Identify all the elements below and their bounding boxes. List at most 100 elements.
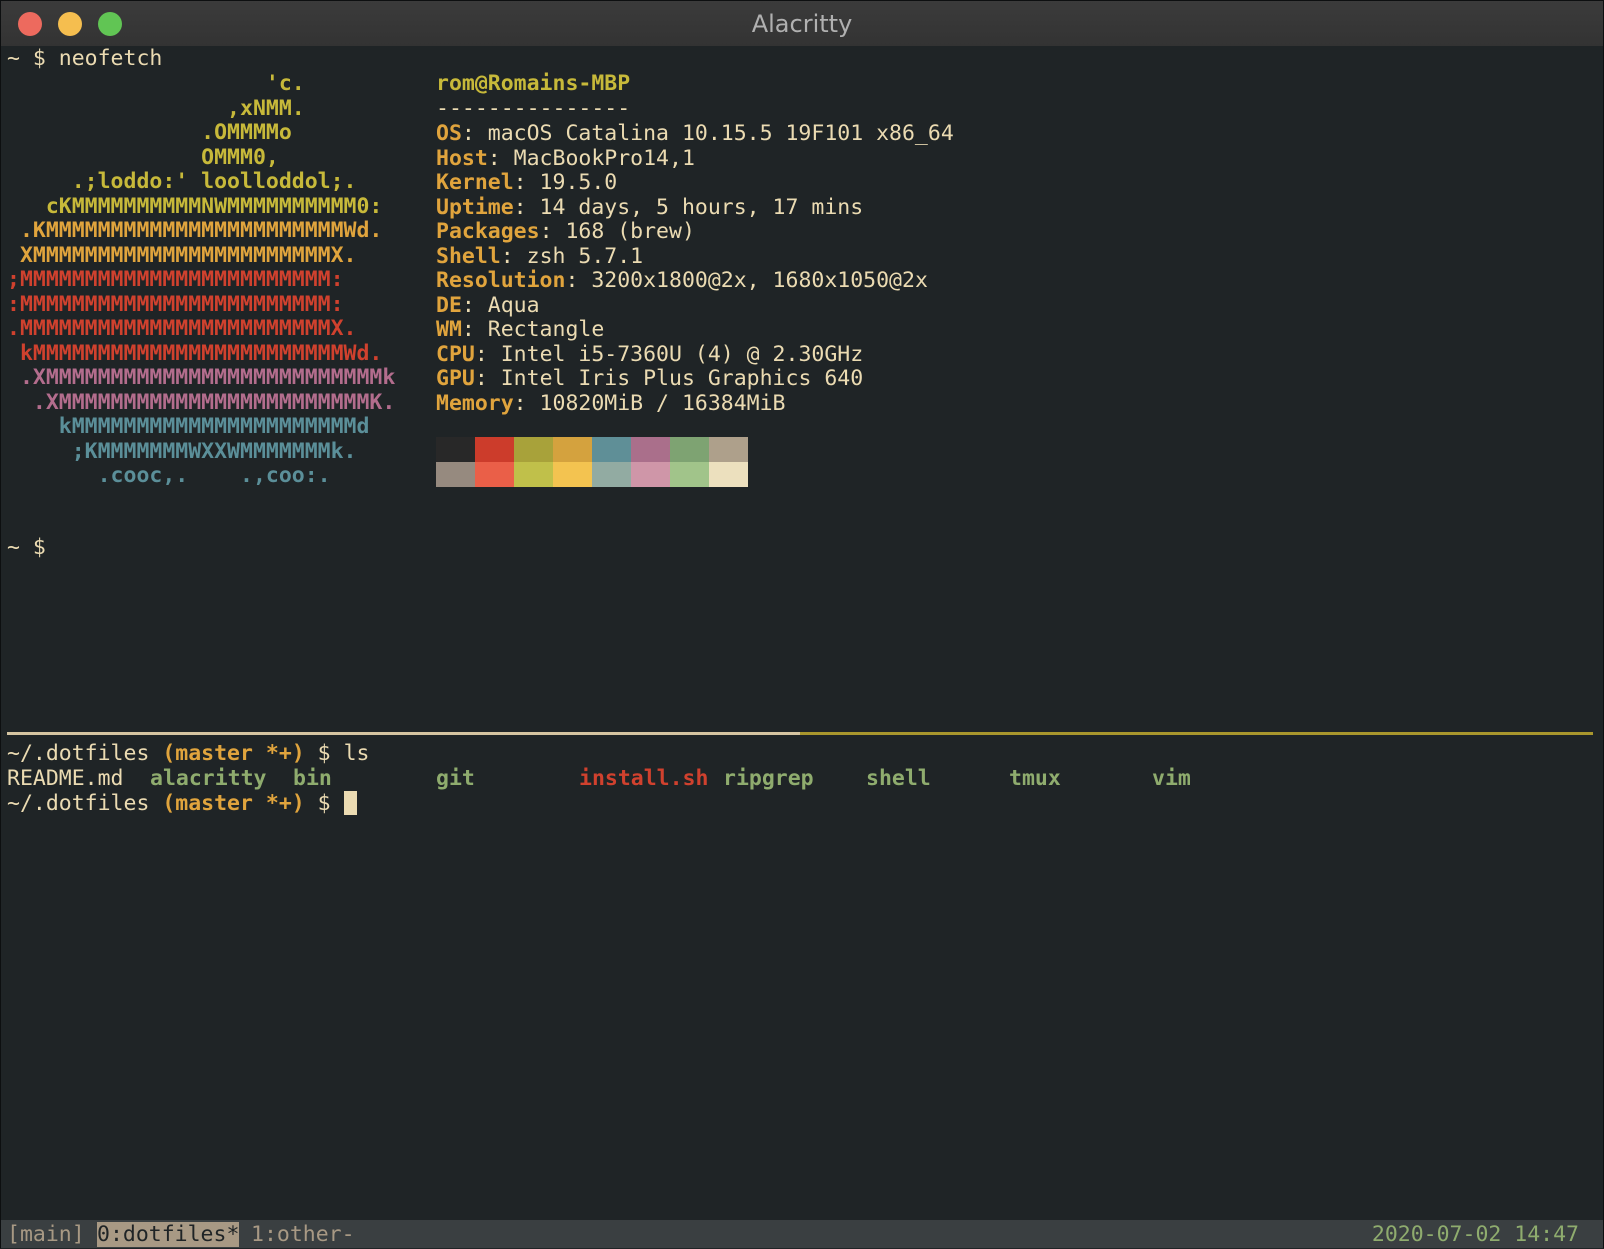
logo-line: ;MMMMMMMMMMMMMMMMMMMMMMMM: (7, 267, 344, 292)
window-title: Alacritty (751, 10, 853, 38)
info-key: Packages (436, 219, 540, 244)
info-key: Resolution (436, 268, 566, 293)
info-field: CPU: Intel i5-7360U (4) @ 2.30GHz (436, 342, 863, 367)
prompt-symbol: $ (304, 741, 344, 766)
prompt-dir: ~/.dotfiles (7, 741, 150, 766)
info-key: CPU (436, 341, 475, 367)
tmux-status-bar: [main] 0:dotfiles* 1:other- 2020-07-02 1… (1, 1220, 1603, 1248)
prompt-dir: ~/.dotfiles (7, 791, 150, 816)
info-field: GPU: Intel Iris Plus Graphics 640 (436, 366, 863, 391)
ls-entry: install.sh (579, 766, 709, 791)
color-swatch (475, 462, 514, 487)
terminal-area[interactable]: ~ $ neofetch 'c. ,xNMM. .OMMMMo OMMM0, .… (1, 46, 1603, 1249)
prompt-symbol: $ (304, 791, 344, 816)
info-value: : Rectangle (461, 317, 605, 342)
command-text: ls (343, 741, 370, 766)
info-value: : 14 days, 5 hours, 17 mins (513, 194, 864, 220)
logo-line: .XMMMMMMMMMMMMMMMMMMMMMMMMK. (7, 389, 396, 415)
prompt-line-empty: ~ $ (7, 535, 46, 560)
tmux-window-other[interactable]: 1:other- (251, 1222, 355, 1247)
color-swatch (670, 462, 709, 487)
info-key: GPU (436, 366, 475, 391)
ls-entry: tmux (1009, 766, 1061, 791)
info-key: WM (436, 317, 462, 342)
info-field: Uptime: 14 days, 5 hours, 17 mins (436, 195, 863, 220)
info-key: Shell (436, 243, 501, 269)
logo-line: .cooc,. .,coo:. (7, 463, 331, 488)
info-value: : macOS Catalina 10.15.5 19F101 x86_64 (461, 121, 954, 146)
color-swatch (514, 462, 553, 487)
info-key: Host (436, 145, 488, 171)
info-field: DE: Aqua (436, 293, 540, 318)
info-value: : zsh 5.7.1 (500, 243, 644, 269)
logo-line: .KMMMMMMMMMMMMMMMMMMMMMMMWd. (7, 218, 383, 243)
session-name: [main] (7, 1222, 85, 1247)
info-field: Packages: 168 (brew) (436, 219, 695, 244)
color-swatch (709, 437, 748, 462)
info-key: Uptime (436, 194, 514, 220)
ls-entry: vim (1152, 766, 1191, 791)
prompt-symbol: ~ $ (7, 46, 59, 71)
logo-line: cKMMMMMMMMMMNWMMMMMMMMMM0: (7, 193, 383, 219)
logo-line: ,xNMM. (7, 95, 305, 121)
color-swatch (514, 437, 553, 462)
color-swatch (436, 437, 475, 462)
tmux-window-active[interactable]: 0:dotfiles* (97, 1222, 240, 1247)
info-field: Host: MacBookPro14,1 (436, 146, 695, 171)
logo-line: :MMMMMMMMMMMMMMMMMMMMMMMM: (7, 291, 344, 317)
text-cursor (343, 791, 357, 815)
ls-entry: README.md (7, 766, 124, 791)
color-swatch (592, 437, 631, 462)
status-clock: 2020-07-02 14:47 (1371, 1222, 1579, 1247)
logo-line: .;loddo:' loolloddol;. (7, 169, 357, 194)
info-value: : MacBookPro14,1 (487, 145, 695, 171)
logo-line: .MMMMMMMMMMMMMMMMMMMMMMMMX. (7, 316, 357, 341)
color-swatch (553, 437, 592, 462)
git-branch: (master *+) (149, 791, 305, 816)
ls-entry: git (436, 766, 475, 791)
color-swatch (553, 462, 592, 487)
logo-line: OMMM0, (7, 144, 279, 170)
info-field: Memory: 10820MiB / 16384MiB (436, 391, 786, 416)
info-value: : Intel i5-7360U (4) @ 2.30GHz (474, 341, 864, 367)
prompt-line-neofetch: ~ $ neofetch (7, 46, 162, 71)
info-value: : 10820MiB / 16384MiB (513, 390, 786, 416)
logo-line: ;KMMMMMMMWXXWMMMMMMMk. (7, 438, 357, 464)
color-palette-row-1 (436, 437, 748, 462)
info-field: Shell: zsh 5.7.1 (436, 244, 643, 269)
info-value: : Aqua (461, 292, 540, 318)
color-swatch (592, 462, 631, 487)
color-palette-row-2 (436, 462, 748, 487)
info-field: Kernel: 19.5.0 (436, 170, 617, 195)
logo-line: kMMMMMMMMMMMMMMMMMMMMMMMMWd. (7, 340, 383, 366)
info-value: : 168 (brew) (539, 219, 695, 244)
user-host: rom@Romains-MBP (436, 71, 631, 96)
info-key: DE (436, 292, 462, 318)
info-key: OS (436, 121, 462, 146)
logo-line: .OMMMMo (7, 120, 292, 145)
info-field: OS: macOS Catalina 10.15.5 19F101 x86_64 (436, 121, 954, 146)
git-branch: (master *+) (149, 741, 305, 766)
logo-line: 'c. (7, 71, 305, 96)
info-key: Memory (436, 390, 514, 416)
info-field: WM: Rectangle (436, 317, 604, 342)
color-swatch (670, 437, 709, 462)
info-value: : Intel Iris Plus Graphics 640 (474, 366, 864, 391)
pane-divider[interactable] (7, 732, 1593, 735)
logo-line: .XMMMMMMMMMMMMMMMMMMMMMMMMMMk (7, 365, 396, 390)
ls-entry: shell (866, 766, 931, 791)
logo-line: XMMMMMMMMMMMMMMMMMMMMMMMX. (7, 242, 357, 268)
title-bar: Alacritty (1, 1, 1603, 47)
color-swatch (631, 437, 670, 462)
color-swatch (436, 462, 475, 487)
info-separator: --------------- (436, 96, 631, 121)
info-value: : 19.5.0 (513, 170, 618, 195)
prompt-line-current[interactable]: ~/.dotfiles (master *+) $ (7, 791, 357, 816)
terminal-window: Alacritty ~ $ neofetch 'c. ,xNMM. .OMMMM… (0, 0, 1604, 1249)
info-key: Kernel (436, 170, 514, 195)
command-text: neofetch (58, 46, 163, 71)
info-field: Resolution: 3200x1800@2x, 1680x1050@2x (436, 268, 928, 293)
ls-entry: bin (293, 766, 332, 791)
color-swatch (475, 437, 514, 462)
ls-entry: ripgrep (723, 766, 814, 791)
